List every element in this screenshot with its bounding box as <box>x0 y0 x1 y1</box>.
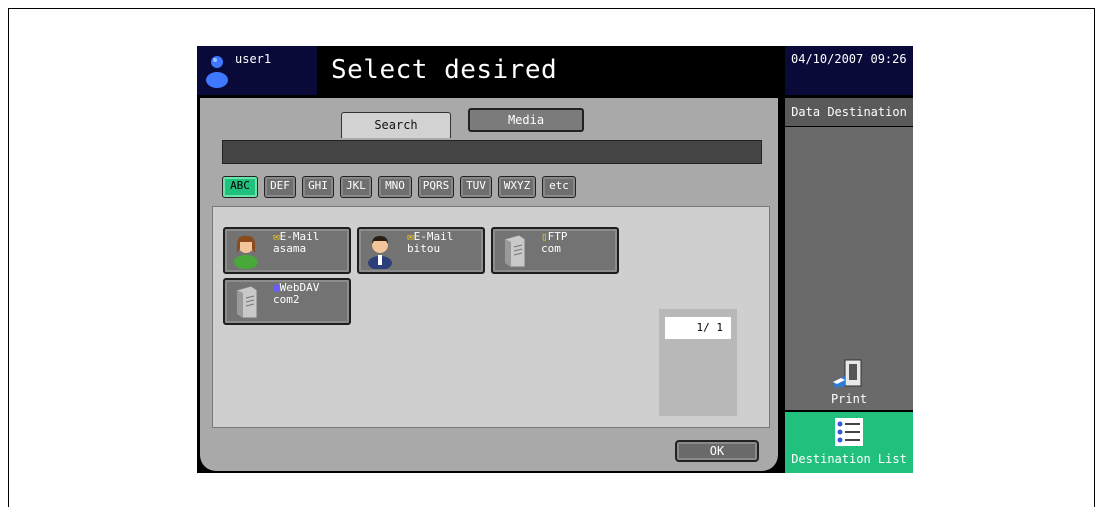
tab-search[interactable]: Search <box>341 112 451 138</box>
destination-name: asama <box>273 242 307 255</box>
letter-jkl-button[interactable]: JKL <box>340 176 372 198</box>
destination-item[interactable]: ■WebDAV com2 <box>223 278 351 325</box>
user-name: user1 <box>235 52 272 66</box>
destination-item[interactable]: ✉E-Mail asama <box>223 227 351 274</box>
letter-wxyz-button[interactable]: WXYZ <box>498 176 536 198</box>
letter-mno-button[interactable]: MNO <box>378 176 412 198</box>
print-label: Print <box>830 392 868 406</box>
user-area: user1 <box>197 46 317 95</box>
destination-list-label: Destination List <box>791 452 907 466</box>
letter-def-button[interactable]: DEF <box>264 176 296 198</box>
letter-tuv-button[interactable]: TUV <box>460 176 492 198</box>
destination-item[interactable]: ✉E-Mail bitou <box>357 227 485 274</box>
server-icon <box>236 285 258 319</box>
destination-list: ✉E-Mail asama ✉E-Mail bitou ▯FTP com ■We… <box>212 206 770 428</box>
letter-pqrs-button[interactable]: PQRS <box>418 176 454 198</box>
server-icon <box>504 234 526 268</box>
list-icon <box>835 418 863 446</box>
destination-name: bitou <box>407 242 441 255</box>
control-panel-screen: user1 Select desired destination(s). 04/… <box>197 46 913 473</box>
datetime: 04/10/2007 09:26 <box>785 46 913 95</box>
page-number: 1/ 1 <box>665 317 731 339</box>
main-panel: Search Media ABC DEF GHI JKL MNO PQRS TU… <box>200 98 778 471</box>
search-field[interactable] <box>222 140 762 164</box>
letter-abc-button[interactable]: ABC <box>222 176 258 198</box>
person-female-icon <box>234 235 258 269</box>
person-male-icon <box>368 236 392 269</box>
letter-etc-button[interactable]: etc <box>542 176 576 198</box>
destination-name: com2 <box>273 293 300 306</box>
print-button[interactable]: Print <box>785 352 913 410</box>
letter-ghi-button[interactable]: GHI <box>302 176 334 198</box>
page-indicator-panel: 1/ 1 <box>659 309 737 416</box>
printer-icon <box>833 359 862 388</box>
ok-button[interactable]: OK <box>675 440 759 462</box>
user-icon <box>206 56 228 88</box>
destination-item[interactable]: ▯FTP com <box>491 227 619 274</box>
destination-name: com <box>541 242 561 255</box>
data-destination-title: Data Destination <box>785 98 913 126</box>
destination-list-button[interactable]: Destination List <box>785 412 913 473</box>
instruction-message: Select desired destination(s). <box>319 46 783 134</box>
tab-media[interactable]: Media <box>468 108 584 132</box>
